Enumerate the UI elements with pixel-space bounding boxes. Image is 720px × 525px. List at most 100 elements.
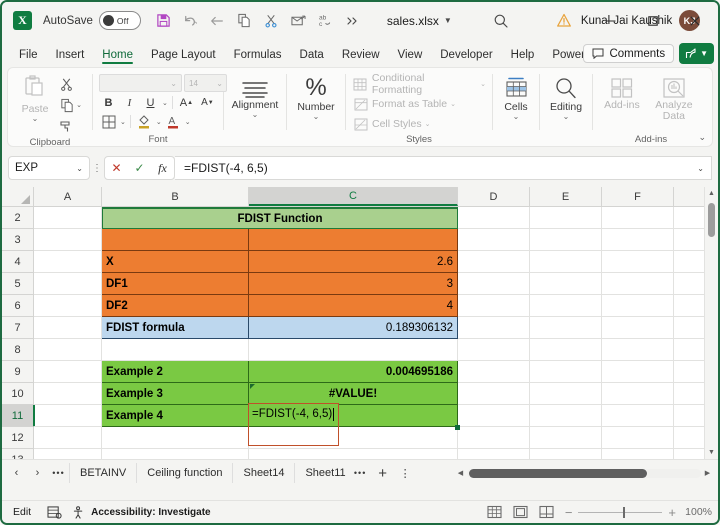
back-arrow-icon[interactable] bbox=[205, 8, 230, 33]
row-header-4[interactable]: 4 bbox=[2, 251, 33, 273]
row-header-3[interactable]: 3 bbox=[2, 229, 33, 251]
tab-review[interactable]: Review bbox=[333, 49, 389, 65]
cell-a11[interactable] bbox=[34, 405, 102, 427]
cell-c10[interactable]: #VALUE! bbox=[249, 383, 458, 405]
cell-f3[interactable] bbox=[602, 229, 674, 251]
cell-d7[interactable] bbox=[458, 317, 530, 339]
cells-button[interactable]: Cells ⌄ bbox=[503, 73, 530, 121]
zoom-control[interactable]: − + 100% bbox=[565, 505, 712, 520]
cell-b11[interactable]: Example 4 bbox=[102, 405, 249, 427]
increase-font-size-button[interactable]: A▲ bbox=[177, 94, 196, 111]
cell-e10[interactable] bbox=[530, 383, 602, 405]
scroll-right-icon[interactable]: ▶ bbox=[701, 469, 714, 477]
undo-icon[interactable] bbox=[178, 8, 203, 33]
page-break-view-icon[interactable] bbox=[535, 503, 559, 521]
warning-icon[interactable] bbox=[556, 13, 572, 28]
cell-a12[interactable] bbox=[34, 427, 102, 449]
record-macro-icon[interactable] bbox=[47, 506, 62, 519]
page-layout-view-icon[interactable] bbox=[509, 503, 533, 521]
cell-c7[interactable]: 0.189306132 bbox=[249, 317, 458, 339]
cell-c13[interactable] bbox=[249, 449, 458, 459]
font-color-chevron-icon[interactable]: ⌄ bbox=[185, 118, 191, 126]
editing-button[interactable]: Editing ⌄ bbox=[550, 73, 582, 121]
spelling-icon[interactable]: abc bbox=[313, 8, 338, 33]
cell-b4[interactable]: X bbox=[102, 251, 249, 273]
zoom-in-button[interactable]: + bbox=[668, 505, 676, 520]
conditional-formatting-button[interactable]: Conditional Formatting ⌄ bbox=[352, 75, 486, 93]
minimize-button[interactable] bbox=[590, 4, 632, 37]
scroll-up-icon[interactable]: ▲ bbox=[705, 187, 718, 200]
cell-f10[interactable] bbox=[602, 383, 674, 405]
cell-e5[interactable] bbox=[530, 273, 602, 295]
cell-b5[interactable]: DF1 bbox=[102, 273, 249, 295]
alignment-button[interactable]: Alignment ⌄ bbox=[232, 73, 279, 119]
cell-a5[interactable] bbox=[34, 273, 102, 295]
cell-f12[interactable] bbox=[602, 427, 674, 449]
cell-f2[interactable] bbox=[602, 207, 674, 229]
cell-c9[interactable]: 0.004695186 bbox=[249, 361, 458, 383]
italic-button[interactable]: I bbox=[120, 94, 139, 111]
scroll-down-icon[interactable]: ▼ bbox=[705, 446, 718, 459]
previous-sheet-icon[interactable]: ‹ bbox=[6, 467, 27, 479]
tab-developer[interactable]: Developer bbox=[431, 49, 501, 65]
insert-function-button[interactable]: fx bbox=[151, 161, 174, 176]
cell-f9[interactable] bbox=[602, 361, 674, 383]
horizontal-scrollbar[interactable]: ◀ ▶ bbox=[454, 466, 714, 480]
cell-d8[interactable] bbox=[458, 339, 530, 361]
cell-c4[interactable]: 2.6 bbox=[249, 251, 458, 273]
tab-view[interactable]: View bbox=[389, 49, 432, 65]
cell-e4[interactable] bbox=[530, 251, 602, 273]
column-header-a[interactable]: A bbox=[34, 187, 102, 206]
more-commands-icon[interactable] bbox=[340, 8, 365, 33]
cell-d12[interactable] bbox=[458, 427, 530, 449]
cell-b6[interactable]: DF2 bbox=[102, 295, 249, 317]
cell-e7[interactable] bbox=[530, 317, 602, 339]
save-icon[interactable] bbox=[151, 8, 176, 33]
font-color-icon[interactable]: A bbox=[164, 113, 183, 130]
cell-c3[interactable] bbox=[249, 229, 458, 251]
cell-a7[interactable] bbox=[34, 317, 102, 339]
cell-f5[interactable] bbox=[602, 273, 674, 295]
cell-a9[interactable] bbox=[34, 361, 102, 383]
zoom-slider-track[interactable] bbox=[578, 512, 662, 513]
tab-home[interactable]: Home bbox=[93, 49, 142, 65]
cell-d3[interactable] bbox=[458, 229, 530, 251]
cancel-edit-button[interactable]: ✕ bbox=[105, 161, 128, 175]
next-sheet-icon[interactable]: › bbox=[27, 467, 48, 479]
close-button[interactable] bbox=[674, 4, 716, 37]
paste-button[interactable]: Paste ⌄ bbox=[14, 73, 56, 123]
share-button[interactable]: ▼ bbox=[679, 43, 714, 64]
cell-b13[interactable] bbox=[102, 449, 249, 459]
borders-chevron-icon[interactable]: ⌄ bbox=[120, 118, 126, 126]
add-sheet-button[interactable]: + bbox=[371, 465, 395, 482]
cell-e6[interactable] bbox=[530, 295, 602, 317]
font-size-box[interactable]: 14 ⌄ bbox=[184, 74, 227, 92]
name-box[interactable]: EXP ⌄ bbox=[8, 156, 90, 180]
cell-a10[interactable] bbox=[34, 383, 102, 405]
horizontal-scroll-track[interactable] bbox=[467, 469, 701, 478]
copy-ribbon-icon[interactable]: ⌄ bbox=[56, 95, 86, 115]
collapse-ribbon-icon[interactable]: ⌄ bbox=[698, 132, 706, 143]
cut-icon[interactable] bbox=[259, 8, 284, 33]
cell-b2-merged[interactable]: FDIST Function bbox=[102, 207, 458, 229]
cell-a3[interactable] bbox=[34, 229, 102, 251]
cell-a6[interactable] bbox=[34, 295, 102, 317]
copy-icon[interactable] bbox=[232, 8, 257, 33]
cell-e9[interactable] bbox=[530, 361, 602, 383]
search-icon[interactable] bbox=[488, 8, 514, 34]
fill-color-icon[interactable] bbox=[135, 113, 154, 130]
cell-a8[interactable] bbox=[34, 339, 102, 361]
cell-d6[interactable] bbox=[458, 295, 530, 317]
cell-e11[interactable] bbox=[530, 405, 602, 427]
cell-f11[interactable] bbox=[602, 405, 674, 427]
column-header-d[interactable]: D bbox=[458, 187, 530, 206]
email-icon[interactable] bbox=[286, 8, 311, 33]
autosave-toggle[interactable]: Off bbox=[99, 11, 141, 30]
underline-chevron-icon[interactable]: ⌄ bbox=[162, 99, 168, 107]
cell-b10[interactable]: Example 3 bbox=[102, 383, 249, 405]
underline-button[interactable]: U bbox=[141, 94, 160, 111]
cell-f8[interactable] bbox=[602, 339, 674, 361]
analyze-data-button[interactable]: Analyze Data bbox=[650, 73, 698, 122]
tab-data[interactable]: Data bbox=[291, 49, 333, 65]
row-header-13[interactable]: 13 bbox=[2, 449, 33, 459]
